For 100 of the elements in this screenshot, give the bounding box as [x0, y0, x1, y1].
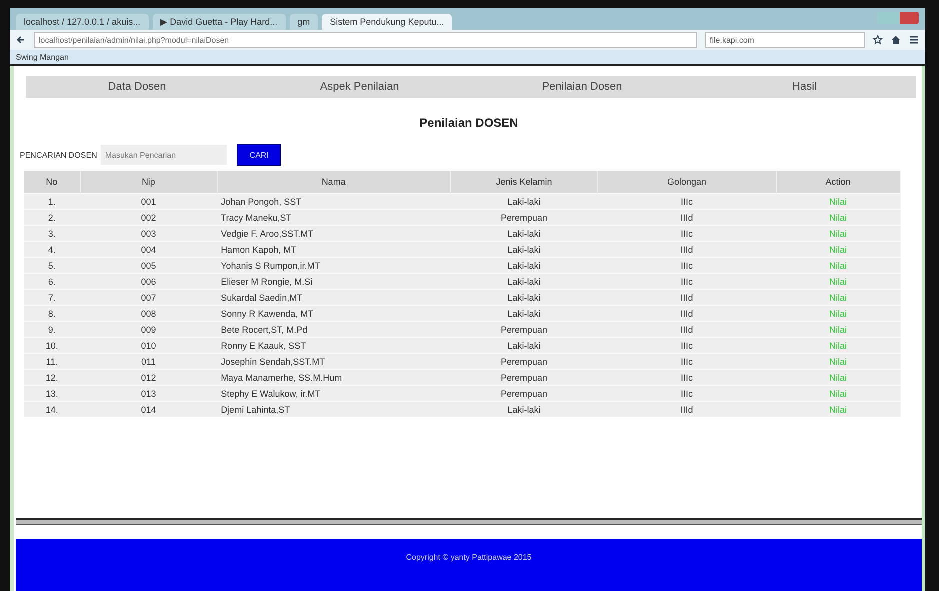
menu-icon[interactable]	[909, 35, 919, 45]
nilai-link[interactable]: Nilai	[830, 244, 848, 254]
star-icon[interactable]	[873, 35, 883, 45]
nilai-link[interactable]: Nilai	[830, 276, 848, 286]
search-input[interactable]: Masukan Pencarian	[101, 145, 228, 165]
browser-tab[interactable]: Sistem Pendukung Keputu...	[322, 14, 452, 30]
table-cell: Hamon Kapoh, MT	[217, 242, 451, 258]
nilai-link[interactable]: Nilai	[830, 340, 848, 350]
table-cell: Sonny R Kawenda, MT	[217, 306, 451, 322]
nilai-link[interactable]: Nilai	[830, 324, 848, 334]
table-cell: Maya Manamerhe, SS.M.Hum	[217, 370, 451, 386]
table-cell: Laki-laki	[450, 242, 598, 258]
column-header: Nip	[80, 171, 218, 194]
table-cell: IIIc	[598, 370, 776, 386]
page-title: Penilaian DOSEN	[418, 116, 520, 130]
table-cell: IIId	[598, 210, 776, 226]
column-header: Jenis Kelamin	[450, 171, 598, 194]
table-cell: IIIc	[598, 338, 776, 354]
table-cell: Laki-laki	[450, 258, 598, 274]
table-cell: Laki-laki	[450, 274, 598, 290]
copyright-text: Copyright © yanty Pattipawae 2015	[406, 553, 532, 564]
nav-link[interactable]: Penilaian Dosen	[471, 76, 694, 98]
table-cell: Josephin Sendah,SST.MT	[217, 354, 451, 370]
table-cell: 007	[80, 290, 218, 306]
table-cell: IIId	[598, 306, 776, 322]
table-cell: Bete Rocert,ST, M.Pd	[217, 322, 451, 338]
back-icon[interactable]	[16, 35, 26, 45]
table-cell: Laki-laki	[450, 290, 598, 306]
table-cell: 3.	[24, 226, 80, 242]
table-cell: IIId	[598, 290, 776, 306]
table-cell: Ronny E Kaauk, SST	[217, 338, 451, 354]
table-cell: Vedgie F. Aroo,SST.MT	[217, 226, 451, 242]
table-cell: Elieser M Rongie, M.Si	[217, 274, 451, 290]
address-bar[interactable]: localhost/penilaian/admin/nilai.php?modul=nilaiDosen	[34, 32, 697, 48]
column-header: Nama	[217, 171, 451, 194]
home-icon[interactable]	[891, 35, 901, 45]
table-cell: 2.	[24, 210, 80, 226]
table-cell: Stephy E Walukow, ir.MT	[217, 386, 451, 402]
table-cell: Sukardal Saedin,MT	[217, 290, 451, 306]
table-cell: 009	[80, 322, 218, 338]
table-cell: 010	[80, 338, 218, 354]
table-cell: Laki-laki	[450, 306, 598, 322]
nilai-link[interactable]: Nilai	[830, 356, 848, 366]
table-cell: IIIc	[598, 226, 776, 242]
window-controls[interactable]	[877, 12, 919, 24]
table-cell: Perempuan	[450, 354, 598, 370]
table-cell: 6.	[24, 274, 80, 290]
nilai-link[interactable]: Nilai	[830, 404, 848, 414]
table-cell: Perempuan	[450, 210, 598, 226]
table-cell: IIIc	[598, 258, 776, 274]
search-field[interactable]: file.kapi.com	[705, 32, 865, 48]
nilai-link[interactable]: Nilai	[830, 228, 848, 238]
table-cell: 4.	[24, 242, 80, 258]
table-cell: 5.	[24, 258, 80, 274]
bookmark-link[interactable]: Swing Mangan	[16, 52, 69, 62]
table-cell: 006	[80, 274, 218, 290]
table-cell: Perempuan	[450, 386, 598, 402]
table-cell: Johan Pongoh, SST	[217, 194, 451, 210]
table-cell: Perempuan	[450, 370, 598, 386]
table-cell: 8.	[24, 306, 80, 322]
nilai-link[interactable]: Nilai	[830, 308, 848, 318]
table-cell: IIIc	[598, 194, 776, 210]
nilai-link[interactable]: Nilai	[830, 292, 848, 302]
table-cell: Laki-laki	[450, 338, 598, 354]
column-header: No	[24, 171, 80, 194]
nilai-link[interactable]: Nilai	[830, 260, 848, 270]
table-cell: 11.	[24, 354, 80, 370]
nilai-link[interactable]: Nilai	[830, 388, 848, 398]
search-button[interactable]: CARI	[237, 144, 282, 166]
nav-link[interactable]: Aspek Penilaian	[248, 76, 471, 98]
table-cell: 014	[80, 402, 218, 417]
table-cell: IIIc	[598, 274, 776, 290]
table-cell: 012	[80, 370, 218, 386]
table-cell: Perempuan	[450, 322, 598, 338]
table-cell: 14.	[24, 402, 80, 417]
browser-tab[interactable]: gm	[290, 14, 318, 30]
browser-tab[interactable]: ▶ David Guetta - Play Hard...	[152, 14, 286, 30]
table-cell: Laki-laki	[450, 402, 598, 417]
nilai-link[interactable]: Nilai	[830, 372, 848, 382]
column-header: Golongan	[598, 171, 776, 194]
table-cell: IIId	[598, 402, 776, 417]
browser-tab[interactable]: localhost / 127.0.0.1 / akuis...	[16, 14, 149, 30]
nilai-link[interactable]: Nilai	[830, 212, 848, 222]
table-cell: 003	[80, 226, 218, 242]
table-cell: 7.	[24, 290, 80, 306]
column-header: Action	[776, 171, 900, 194]
nav-link[interactable]: Data Dosen	[26, 76, 248, 98]
nilai-link[interactable]: Nilai	[830, 196, 848, 206]
table-cell: 013	[80, 386, 218, 402]
table-cell: Tracy Maneku,ST	[217, 210, 451, 226]
nav-link[interactable]: Hasil	[694, 76, 916, 98]
table-cell: 004	[80, 242, 218, 258]
table-cell: Laki-laki	[450, 226, 598, 242]
table-cell: 002	[80, 210, 218, 226]
table-cell: IIId	[598, 322, 776, 338]
table-cell: 011	[80, 354, 218, 370]
table-cell: 001	[80, 194, 218, 210]
table-cell: 10.	[24, 338, 80, 354]
table-cell: Yohanis S Rumpon,ir.MT	[217, 258, 451, 274]
table-cell: 008	[80, 306, 218, 322]
